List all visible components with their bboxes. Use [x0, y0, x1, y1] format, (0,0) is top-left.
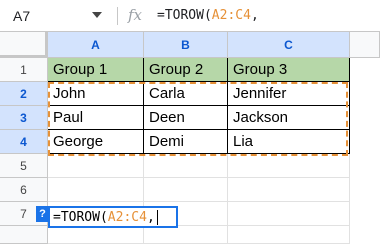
cell-c2[interactable]: Jennifer	[228, 82, 350, 106]
name-box[interactable]: A7	[13, 8, 30, 24]
cell-b3[interactable]: Deen	[144, 106, 228, 130]
divider	[117, 7, 118, 25]
chevron-down-icon[interactable]	[92, 12, 102, 18]
cell-editor[interactable]: =TOROW(A2:C4,	[48, 206, 178, 228]
formula-ref: A2:C4	[211, 8, 251, 23]
cell-c6[interactable]	[228, 178, 350, 202]
cell-a3[interactable]: Paul	[48, 106, 144, 130]
cell-a6[interactable]	[48, 178, 144, 202]
cell-b2[interactable]: Carla	[144, 82, 228, 106]
cell-b4[interactable]: Demi	[144, 130, 228, 154]
column-header-b[interactable]: B	[144, 32, 228, 58]
row-header-1[interactable]: 1	[0, 58, 48, 82]
cell-c8[interactable]	[228, 226, 350, 244]
cell-a2[interactable]: John	[48, 82, 144, 106]
fx-icon: fx	[128, 6, 143, 24]
row-header-2[interactable]: 2	[0, 82, 48, 106]
cell-c3[interactable]: Jackson	[228, 106, 350, 130]
cell-b5[interactable]	[144, 154, 228, 178]
cell-c5[interactable]	[228, 154, 350, 178]
cell-c4[interactable]: Lia	[228, 130, 350, 154]
formula-bar: A7 fx =TOROW(A2:C4,	[0, 0, 380, 32]
row-header-5[interactable]: 5	[0, 154, 48, 178]
editor-prefix: =TOROW(	[53, 209, 108, 225]
cell-a4[interactable]: George	[48, 130, 144, 154]
formula-input[interactable]: =TOROW(A2:C4,	[157, 8, 259, 23]
cell-a5[interactable]	[48, 154, 144, 178]
column-header-d[interactable]	[350, 32, 380, 58]
formula-suffix: ,	[250, 8, 259, 23]
cell-c7[interactable]	[228, 202, 350, 226]
cell-a8[interactable]	[48, 226, 144, 244]
select-all-corner[interactable]	[0, 32, 48, 58]
row-header-4[interactable]: 4	[0, 130, 48, 154]
cell-a1[interactable]: Group 1	[48, 58, 144, 82]
row-header-8[interactable]	[0, 226, 48, 244]
row-header-6[interactable]: 6	[0, 178, 48, 202]
editor-ref: A2:C4	[107, 209, 147, 225]
cell-b6[interactable]	[144, 178, 228, 202]
editor-suffix: ,	[146, 209, 155, 225]
column-header-a[interactable]: A	[48, 32, 144, 58]
formula-prefix: =TOROW(	[157, 8, 212, 23]
text-caret	[156, 209, 158, 225]
cell-c1[interactable]: Group 3	[228, 58, 350, 82]
row-header-3[interactable]: 3	[0, 106, 48, 130]
column-header-c[interactable]: C	[228, 32, 350, 58]
cell-b1[interactable]: Group 2	[144, 58, 228, 82]
cell-b8[interactable]	[144, 226, 228, 244]
